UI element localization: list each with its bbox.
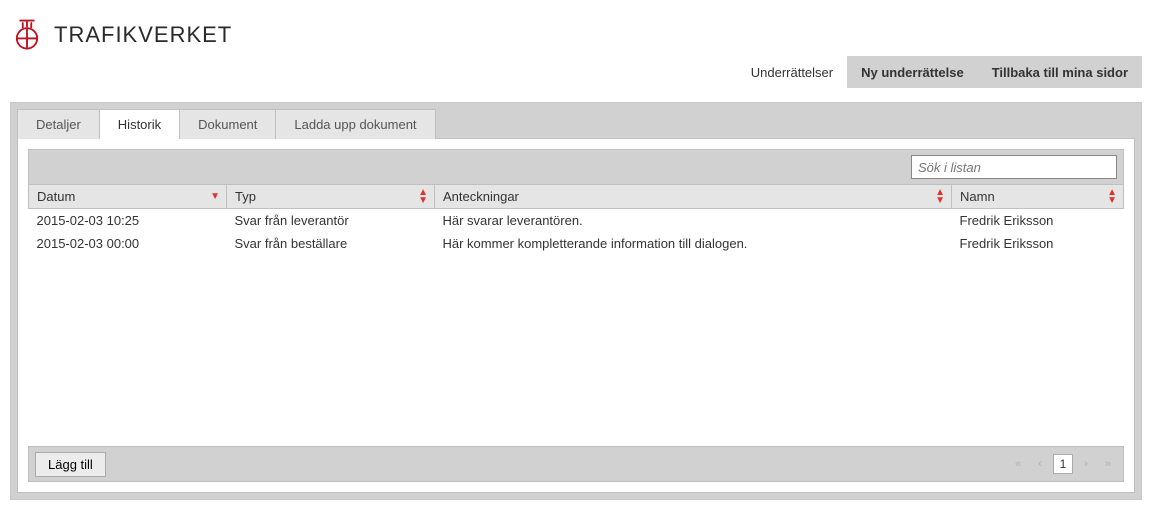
cell-datum: 2015-02-03 00:00 [29, 232, 227, 255]
nav-underrattelser[interactable]: Underrättelser [737, 56, 847, 88]
col-header-label: Datum [37, 189, 75, 204]
main-panel: Detaljer Historik Dokument Ladda upp dok… [10, 102, 1142, 500]
history-table: Datum ▼ Typ ▲▼ Anteckningar ▲▼ Namn [28, 185, 1124, 255]
tab-dokument[interactable]: Dokument [179, 109, 276, 139]
sort-both-icon: ▲▼ [935, 189, 945, 205]
pager-current-page: 1 [1053, 454, 1073, 474]
header: TRAFIKVERKET Underrättelser Ny underrätt… [0, 0, 1152, 88]
col-header-namn[interactable]: Namn ▲▼ [952, 185, 1124, 209]
cell-namn: Fredrik Eriksson [952, 209, 1124, 233]
sort-both-icon: ▲▼ [1107, 189, 1117, 205]
tab-ladda-upp[interactable]: Ladda upp dokument [275, 109, 435, 139]
brand-name: TRAFIKVERKET [54, 22, 232, 48]
col-header-datum[interactable]: Datum ▼ [29, 185, 227, 209]
tab-historik[interactable]: Historik [99, 109, 180, 139]
sort-both-icon: ▲▼ [418, 189, 428, 205]
table-toolbar [28, 149, 1124, 185]
tab-detaljer[interactable]: Detaljer [17, 109, 100, 139]
cell-anteckningar: Här svarar leverantören. [435, 209, 952, 233]
add-button[interactable]: Lägg till [35, 452, 106, 477]
pager-prev-icon[interactable]: ‹ [1031, 454, 1049, 474]
tab-content: Datum ▼ Typ ▲▼ Anteckningar ▲▼ Namn [17, 139, 1135, 493]
table-row[interactable]: 2015-02-03 00:00 Svar från beställare Hä… [29, 232, 1124, 255]
top-nav: Underrättelser Ny underrättelse Tillbaka… [737, 56, 1142, 88]
nav-tillbaka[interactable]: Tillbaka till mina sidor [978, 56, 1142, 88]
cell-anteckningar: Här kommer kompletterande information ti… [435, 232, 952, 255]
brand-logo: TRAFIKVERKET [10, 18, 232, 52]
trafikverket-logo-icon [10, 18, 44, 52]
col-header-typ[interactable]: Typ ▲▼ [227, 185, 435, 209]
cell-typ: Svar från beställare [227, 232, 435, 255]
cell-namn: Fredrik Eriksson [952, 232, 1124, 255]
tab-bar: Detaljer Historik Dokument Ladda upp dok… [17, 109, 1135, 139]
table-row[interactable]: 2015-02-03 10:25 Svar från leverantör Hä… [29, 209, 1124, 233]
panel-footer: Lägg till « ‹ 1 › » [28, 446, 1124, 482]
pager-last-icon[interactable]: » [1099, 454, 1117, 474]
col-header-anteckningar[interactable]: Anteckningar ▲▼ [435, 185, 952, 209]
pager: « ‹ 1 › » [1009, 454, 1117, 474]
nav-ny-underrattelse[interactable]: Ny underrättelse [847, 56, 978, 88]
col-header-label: Anteckningar [443, 189, 519, 204]
pager-next-icon[interactable]: › [1077, 454, 1095, 474]
col-header-label: Typ [235, 189, 256, 204]
cell-typ: Svar från leverantör [227, 209, 435, 233]
search-input[interactable] [911, 155, 1117, 179]
pager-first-icon[interactable]: « [1009, 454, 1027, 474]
col-header-label: Namn [960, 189, 995, 204]
cell-datum: 2015-02-03 10:25 [29, 209, 227, 233]
sort-desc-icon: ▼ [210, 193, 220, 201]
